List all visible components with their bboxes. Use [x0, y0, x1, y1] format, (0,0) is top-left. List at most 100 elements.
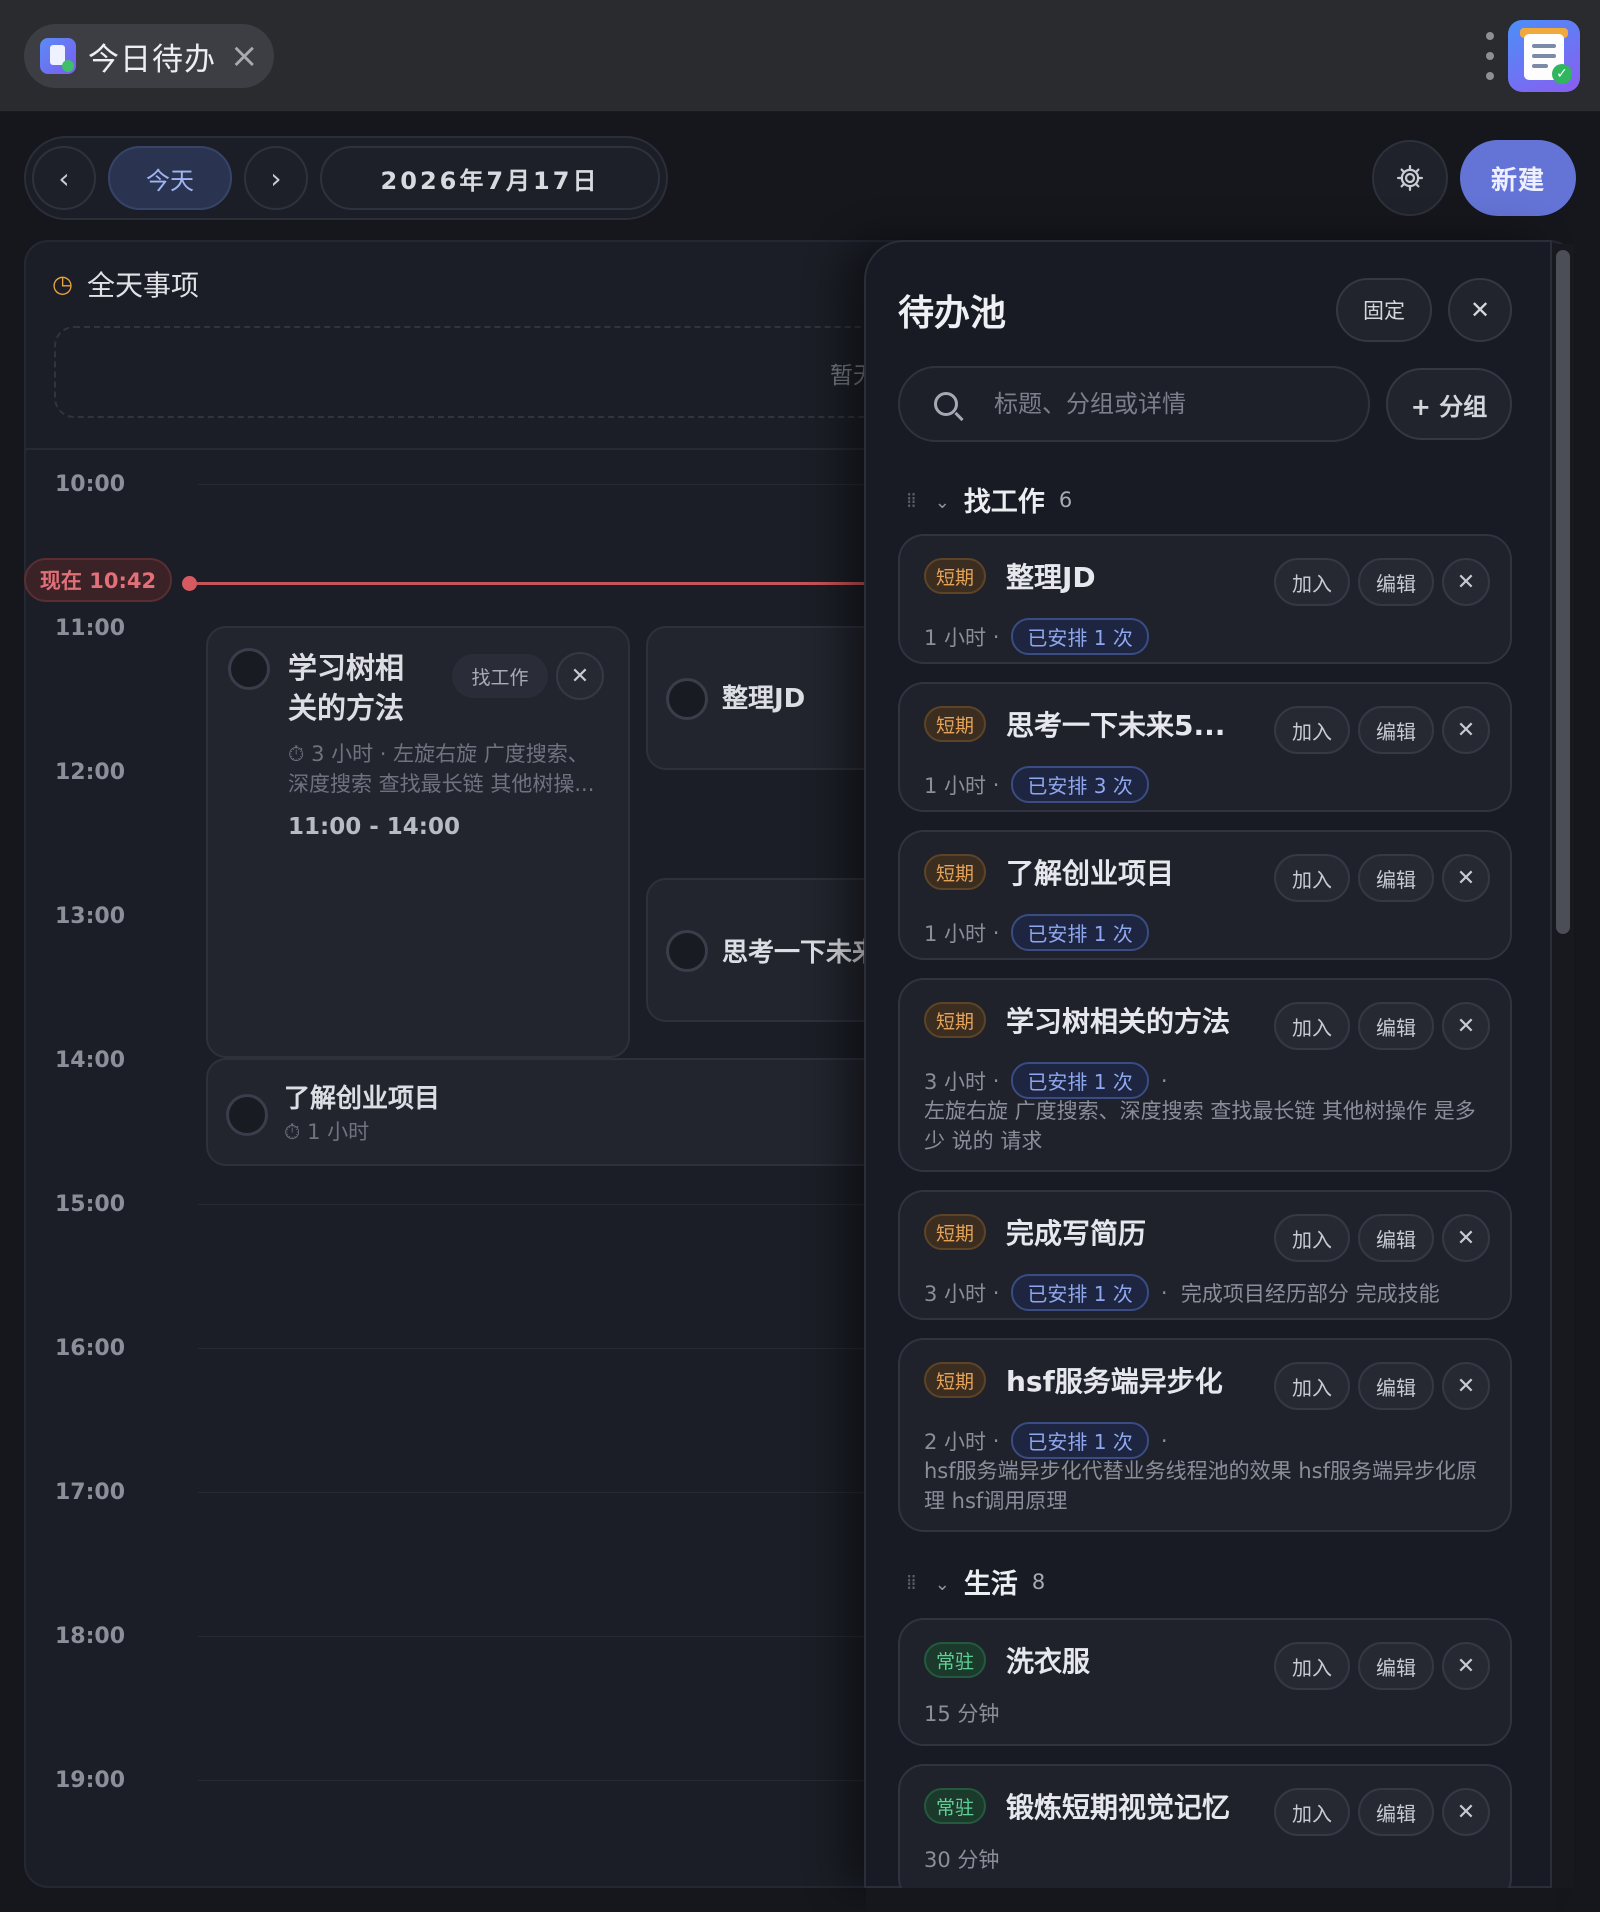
edit-button[interactable]: 编辑: [1358, 706, 1434, 754]
edit-button[interactable]: 编辑: [1358, 854, 1434, 902]
add-to-schedule-button[interactable]: 加入: [1274, 1214, 1350, 1262]
edit-button[interactable]: 编辑: [1358, 1214, 1434, 1262]
group-header[interactable]: ⁞⁞ ⌄ 生活 8: [906, 1562, 1045, 1601]
term-tag: 短期: [924, 1362, 987, 1398]
current-time-dot: [182, 576, 197, 591]
item-description: 左旋右旋 广度搜索、深度搜索 查找最长链 其他树操作 是多少 说的 请求: [924, 1099, 1476, 1153]
pool-item-card[interactable]: 常驻 锻炼短期视觉记忆 加入 编辑 ✕ 30 分钟: [898, 1764, 1512, 1904]
pool-search[interactable]: [898, 366, 1370, 442]
pool-title: 待办池: [898, 293, 1007, 334]
window-tab[interactable]: 今日待办 ×: [24, 24, 274, 88]
edit-button[interactable]: 编辑: [1358, 1002, 1434, 1050]
chevron-down-icon[interactable]: ⌄: [935, 1574, 950, 1595]
date-picker-button[interactable]: 2026年7月17日: [320, 146, 660, 210]
new-task-button[interactable]: 新建: [1460, 140, 1576, 216]
add-to-schedule-button[interactable]: 加入: [1274, 558, 1350, 606]
event-meta-line: 3 小时 · 左旋右旋 广度搜索、: [311, 742, 589, 766]
edit-button[interactable]: 编辑: [1358, 1642, 1434, 1690]
event-title: 整理JD: [722, 684, 806, 714]
search-input[interactable]: [992, 389, 1332, 419]
group-count: 8: [1031, 1569, 1046, 1594]
delete-button[interactable]: ✕: [1442, 1214, 1490, 1262]
pool-item-card[interactable]: 短期 整理JD 加入 编辑 ✕ 1 小时 · 已安排 1 次: [898, 534, 1512, 664]
event-complete-checkbox[interactable]: [228, 648, 270, 690]
calendar-event[interactable]: 整理JD: [646, 626, 886, 770]
next-day-button[interactable]: ›: [244, 146, 308, 210]
event-title: 了解创业项目: [284, 1084, 441, 1114]
item-title: hsf服务端异步化: [1006, 1365, 1223, 1398]
pool-item-card[interactable]: 短期 学习树相关的方法 加入 编辑 ✕ 3 小时 · 已安排 1 次 · 左旋右旋…: [898, 978, 1512, 1172]
item-duration: 1 小时: [924, 921, 987, 946]
add-to-schedule-button[interactable]: 加入: [1274, 1362, 1350, 1410]
pool-item-card[interactable]: 短期 思考一下未来5... 加入 编辑 ✕ 1 小时 · 已安排 3 次: [898, 682, 1512, 812]
close-pool-button[interactable]: ✕: [1448, 278, 1512, 342]
tab-close-icon[interactable]: ×: [230, 39, 259, 73]
add-to-schedule-button[interactable]: 加入: [1274, 854, 1350, 902]
event-title: 学习树相关的方法: [288, 651, 405, 725]
event-group-chip: 找工作: [452, 654, 548, 698]
gear-icon: [1397, 165, 1423, 191]
calendar-event[interactable]: 了解创业项目 ⏱ 1 小时: [206, 1058, 886, 1166]
calendar-event[interactable]: 学习树相关的方法 找工作 ✕ ⏱ 3 小时 · 左旋右旋 广度搜索、 深度搜索 …: [206, 626, 630, 1058]
event-remove-button[interactable]: ✕: [556, 652, 604, 700]
item-duration: 15 分钟: [924, 1702, 1000, 1726]
scheduled-badge: 已安排 3 次: [1011, 766, 1149, 803]
edit-button[interactable]: 编辑: [1358, 558, 1434, 606]
pool-item-card[interactable]: 常驻 洗衣服 加入 编辑 ✕ 15 分钟: [898, 1618, 1512, 1746]
item-meta: 3 小时 · 已安排 1 次 · 完成项目经历部分 完成技能: [924, 1274, 1440, 1311]
more-menu-icon[interactable]: [1484, 32, 1496, 80]
delete-button[interactable]: ✕: [1442, 558, 1490, 606]
item-meta: 1 小时 · 已安排 3 次: [924, 766, 1161, 803]
pool-item-card[interactable]: 短期 了解创业项目 加入 编辑 ✕ 1 小时 · 已安排 1 次: [898, 830, 1512, 960]
event-meta: ⏱ 3 小时 · 左旋右旋 广度搜索、: [288, 738, 589, 768]
pool-item-card[interactable]: 短期 hsf服务端异步化 加入 编辑 ✕ 2 小时 · 已安排 1 次 · hsf…: [898, 1338, 1512, 1532]
item-meta: 15 分钟: [924, 1698, 999, 1728]
delete-button[interactable]: ✕: [1442, 854, 1490, 902]
scrollbar-thumb[interactable]: [1556, 250, 1570, 934]
today-button[interactable]: 今天: [108, 146, 232, 210]
chevron-down-icon[interactable]: ⌄: [935, 492, 950, 513]
settings-button[interactable]: [1372, 140, 1448, 216]
drag-handle-icon[interactable]: ⁞⁞: [906, 488, 917, 512]
event-complete-checkbox[interactable]: [666, 930, 708, 972]
prev-day-button[interactable]: ‹: [32, 146, 96, 210]
delete-button[interactable]: ✕: [1442, 1788, 1490, 1836]
add-to-schedule-button[interactable]: 加入: [1274, 1002, 1350, 1050]
group-header[interactable]: ⁞⁞ ⌄ 找工作 6: [906, 480, 1072, 519]
term-tag: 短期: [924, 558, 987, 594]
app-icon[interactable]: ✓: [1508, 20, 1580, 92]
bottom-edge: [866, 1888, 1556, 1912]
delete-button[interactable]: ✕: [1442, 1362, 1490, 1410]
pool-item-card[interactable]: 短期 完成写简历 加入 编辑 ✕ 3 小时 · 已安排 1 次 · 完成项目经历部…: [898, 1190, 1512, 1320]
group-name: 找工作: [963, 487, 1045, 518]
event-time-range: 11:00 - 14:00: [288, 814, 460, 840]
delete-button[interactable]: ✕: [1442, 706, 1490, 754]
hour-label: 13:00: [54, 904, 126, 929]
item-title: 学习树相关的方法: [1006, 1005, 1231, 1038]
item-meta: 2 小时 · 已安排 1 次 ·: [924, 1422, 1168, 1459]
hour-label: 18:00: [54, 1624, 126, 1649]
timer-icon: ⏱: [284, 1120, 308, 1144]
hour-label: 11:00: [54, 616, 126, 641]
group-name: 生活: [963, 1569, 1018, 1600]
item-title: 锻炼短期视觉记忆: [1006, 1791, 1231, 1824]
delete-button[interactable]: ✕: [1442, 1002, 1490, 1050]
edit-button[interactable]: 编辑: [1358, 1788, 1434, 1836]
term-tag: 短期: [924, 1214, 987, 1250]
add-to-schedule-button[interactable]: 加入: [1274, 706, 1350, 754]
add-group-button[interactable]: + 分组: [1386, 368, 1512, 440]
hour-label: 14:00: [54, 1048, 126, 1073]
app-tab-icon: [40, 38, 76, 74]
group-count: 6: [1058, 487, 1073, 512]
add-to-schedule-button[interactable]: 加入: [1274, 1642, 1350, 1690]
drag-handle-icon[interactable]: ⁞⁞: [906, 1570, 917, 1594]
scheduled-badge: 已安排 1 次: [1011, 618, 1149, 655]
item-duration: 30 分钟: [924, 1848, 1000, 1872]
event-complete-checkbox[interactable]: [226, 1094, 268, 1136]
edit-button[interactable]: 编辑: [1358, 1362, 1434, 1410]
event-complete-checkbox[interactable]: [666, 678, 708, 720]
calendar-event[interactable]: 思考一下未来5: [646, 878, 886, 1022]
pin-button[interactable]: 固定: [1336, 278, 1432, 342]
delete-button[interactable]: ✕: [1442, 1642, 1490, 1690]
add-to-schedule-button[interactable]: 加入: [1274, 1788, 1350, 1836]
